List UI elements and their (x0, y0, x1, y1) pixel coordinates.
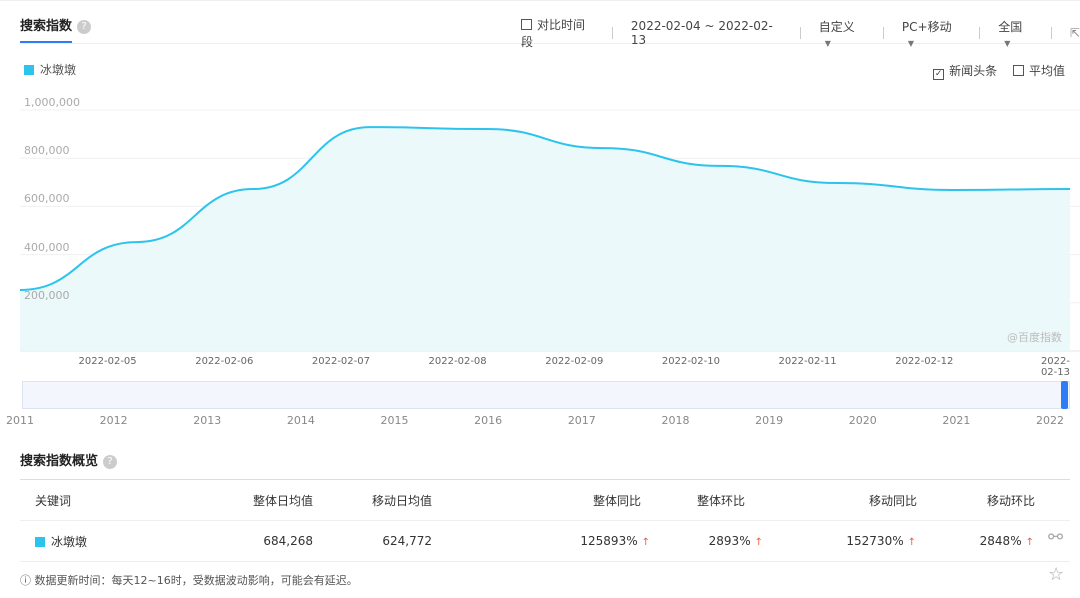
overview-title: 搜索指数概览? (20, 450, 117, 469)
x-tick-label: 2022-02-07 (312, 356, 370, 367)
slider-year-label: 2021 (942, 414, 970, 427)
slider-year-label: 2018 (661, 414, 689, 427)
slider-year-label: 2014 (287, 414, 315, 427)
col-overall-mom: 整体环比 (641, 492, 745, 509)
y-tick-label: 800,000 (24, 144, 70, 157)
x-tick-label: 2022-02-08 (429, 356, 487, 367)
col-mobile-mom: 移动环比 (917, 492, 1035, 509)
arrow-up-icon: ↑ (908, 537, 916, 548)
col-mobile-avg: 移动日均值 (313, 492, 432, 509)
overview-table: 关键词 整体日均值 移动日均值 整体同比 整体环比 移动同比 移动环比 冰墩墩 … (20, 479, 1070, 562)
table-row: 冰墩墩 684,268 624,772 125893% ↑ 2893% ↑ 1527… (20, 521, 1070, 562)
x-tick-label: 2022-02-06 (195, 356, 253, 367)
slider-year-label: 2019 (755, 414, 783, 427)
arrow-up-icon: ↑ (755, 537, 763, 548)
watermark: @百度指数 (1007, 329, 1062, 345)
value: 2848% (980, 534, 1022, 548)
col-overall-avg: 整体日均值 (170, 492, 313, 509)
keyword-swatch (35, 537, 45, 547)
keyword-cell: 冰墩墩 (20, 533, 170, 550)
slider-year-label: 2013 (193, 414, 221, 427)
slider-handle[interactable] (1061, 381, 1068, 409)
x-tick-label: 2022-02-11 (779, 356, 837, 367)
x-tick-label: 2022-02-12 (895, 356, 953, 367)
slider-year-label: 2022 (1036, 414, 1064, 427)
y-tick-label: 600,000 (24, 192, 70, 205)
arrow-up-icon: ↑ (642, 537, 650, 548)
x-tick-label: 2022-02-10 (662, 356, 720, 367)
y-tick-label: 200,000 (24, 289, 70, 302)
line-chart[interactable] (0, 0, 1080, 380)
mobile-avg: 624,772 (313, 534, 432, 548)
mobile-mom: 2848% ↑ (916, 534, 1034, 548)
y-tick-label: 1,000,000 (24, 96, 80, 109)
overall-avg: 684,268 (170, 534, 313, 548)
value: 152730% (846, 534, 903, 548)
overall-mom: 2893% ↑ (650, 534, 763, 548)
share-icon[interactable]: ⚯ (1048, 527, 1063, 548)
slider-year-label: 2015 (381, 414, 409, 427)
mobile-yoy: 152730% ↑ (763, 534, 916, 548)
arrow-up-icon: ↑ (1026, 537, 1034, 548)
star-icon[interactable]: ☆ (1048, 564, 1064, 585)
value: 2893% (709, 534, 751, 548)
x-tick-label: 2022-02-05 (79, 356, 137, 367)
overview-title-text: 搜索指数概览 (20, 454, 98, 469)
y-tick-label: 400,000 (24, 241, 70, 254)
keyword: 冰墩墩 (51, 535, 87, 549)
table-header: 关键词 整体日均值 移动日均值 整体同比 整体环比 移动同比 移动环比 (20, 480, 1070, 521)
area-fill (20, 127, 1070, 351)
col-mobile-yoy: 移动同比 (745, 492, 917, 509)
slider-year-label: 2016 (474, 414, 502, 427)
time-range-slider[interactable] (22, 381, 1070, 409)
col-keyword: 关键词 (20, 492, 170, 509)
slider-year-label: 2012 (100, 414, 128, 427)
col-overall-yoy: 整体同比 (432, 492, 641, 509)
slider-year-label: 2020 (849, 414, 877, 427)
x-tick-label: 2022-02-13 (1041, 356, 1070, 378)
overall-yoy: 125893% ↑ (432, 534, 650, 548)
value: 125893% (580, 534, 637, 548)
slider-year-label: 2017 (568, 414, 596, 427)
x-tick-label: 2022-02-09 (545, 356, 603, 367)
slider-year-label: 2011 (6, 414, 34, 427)
help-icon[interactable]: ? (103, 455, 117, 469)
update-note: ⓘ 数据更新时间：每天12~16时，受数据波动影响，可能会有延迟。 (20, 572, 358, 588)
